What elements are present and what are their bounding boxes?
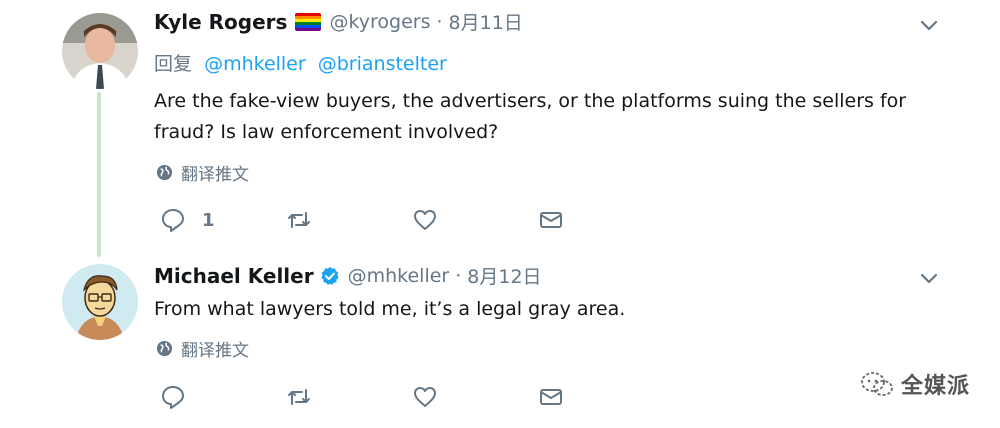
heart-icon [414,387,436,407]
translate-label: 翻译推文 [181,165,249,185]
username[interactable]: @kyrogers [329,11,430,33]
tweet-header: Kyle Rogers @kyrogers · 8月11日 [154,8,523,35]
heart-icon [414,210,436,230]
timestamp[interactable]: 8月12日 [467,262,541,289]
chevron-down-icon[interactable] [918,267,940,289]
retweet-button[interactable] [286,384,412,410]
verified-badge-icon [320,266,339,285]
globe-icon [156,340,173,357]
like-button[interactable] [412,384,538,410]
tweet[interactable]: Kyle Rogers @kyrogers · 8月11日 回复 @mhkell… [0,0,1000,252]
reply-count: 1 [202,209,215,231]
chevron-down-icon[interactable] [918,14,940,36]
tweet-header: Michael Keller @mhkeller · 8月12日 [154,262,542,289]
reply-icon [162,386,184,409]
retweet-button[interactable] [286,207,412,233]
reply-label: 回复 [154,53,193,75]
envelope-icon [540,389,562,405]
separator-dot: · [436,10,443,33]
rainbow-flag-icon [295,12,322,31]
wechat-logo-icon [861,372,893,396]
tweet[interactable]: Michael Keller @mhkeller · 8月12日 From wh… [0,252,1000,428]
timestamp[interactable]: 8月11日 [449,8,523,35]
tweet-actions [160,384,664,410]
replying-to: 回复 @mhkeller @brianstelter [154,49,447,76]
direct-message-button[interactable] [538,384,664,410]
globe-icon [156,164,173,181]
separator-dot: · [455,264,462,287]
reply-button[interactable]: 1 [160,207,286,233]
envelope-icon [540,212,562,228]
like-button[interactable] [412,207,538,233]
display-name[interactable]: Kyle Rogers [154,10,287,34]
translate-tweet-link[interactable]: 翻译推文 [156,336,249,361]
tweet-text: Are the fake-view buyers, the advertiser… [154,90,907,143]
translate-tweet-link[interactable]: 翻译推文 [156,160,249,185]
watermark-text: 全媒派 [900,374,970,399]
mention-link[interactable]: @brianstelter [318,53,447,75]
translate-label: 翻译推文 [181,341,249,361]
reply-button[interactable] [160,384,286,410]
watermark: 全媒派 [859,368,970,400]
reply-icon [162,209,184,232]
username[interactable]: @mhkeller [348,265,450,287]
tweet-text: From what lawyers told me, it’s a legal … [154,298,626,320]
direct-message-button[interactable] [538,207,664,233]
retweet-icon [288,212,310,228]
avatar[interactable] [62,264,138,340]
avatar[interactable] [62,13,138,89]
mention-link[interactable]: @mhkeller [204,53,306,75]
display-name[interactable]: Michael Keller [154,264,314,288]
retweet-icon [288,389,310,405]
tweet-actions: 1 [160,207,664,233]
